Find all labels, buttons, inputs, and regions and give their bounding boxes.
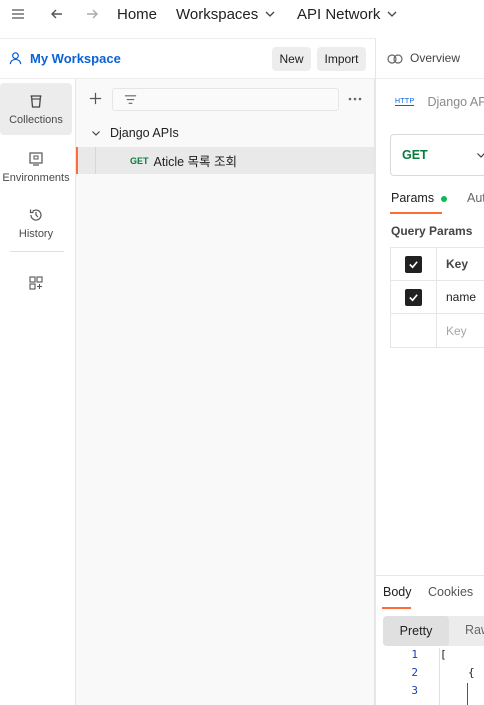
sidebar-divider [10, 251, 64, 252]
line-numbers: 1 2 3 [376, 648, 418, 702]
tab-overview[interactable]: Overview [376, 38, 484, 79]
environment-icon [29, 151, 43, 166]
workspace-switcher[interactable]: My Workspace [8, 39, 121, 78]
line-number: 3 [411, 684, 418, 697]
top-bar: Home Workspaces API Network [0, 0, 484, 30]
table-row: name [391, 280, 484, 314]
raw-button[interactable]: Raw [465, 623, 484, 637]
tab-label: Params [391, 191, 435, 205]
collection-name: Django APIs [110, 125, 179, 140]
request-title-bar: HTTP Django API [395, 95, 484, 109]
pretty-button[interactable]: Pretty [383, 616, 449, 646]
tree-guide-line [95, 147, 96, 174]
response-pane: Body Cookies Pretty Raw 1 2 3 [ { [376, 575, 484, 705]
tab-cookies[interactable]: Cookies [428, 585, 473, 599]
tab-label: Overview [410, 51, 461, 65]
code-line: { [468, 666, 475, 679]
arrow-right-icon[interactable] [84, 0, 100, 28]
method-value: GET [402, 148, 428, 162]
chevron-down-icon [387, 11, 397, 17]
status-dot [440, 195, 447, 202]
more-options-icon[interactable] [347, 91, 363, 110]
home-label: Home [117, 5, 158, 23]
arrow-left-icon[interactable] [49, 0, 65, 28]
param-key[interactable]: name [437, 290, 476, 304]
api-network-menu[interactable]: API Network [297, 0, 399, 28]
tab-body[interactable]: Body [383, 585, 412, 599]
tab-params[interactable]: Params [391, 191, 447, 205]
sidebar-item-collections[interactable]: Collections [0, 83, 72, 135]
code-line: [ [440, 648, 447, 661]
left-sidebar: Collections Environments History [0, 79, 76, 705]
format-toggle: Pretty Raw [383, 616, 484, 646]
collection-django-apis[interactable]: Django APIs [76, 119, 374, 146]
sidebar-item-environments[interactable]: Environments [0, 141, 72, 193]
chevron-down-icon [477, 153, 484, 158]
sidebar-item-label: Environments [2, 171, 70, 184]
sidebar-item-label: History [18, 227, 54, 240]
method-badge: GET [130, 155, 149, 166]
query-params-title: Query Params [391, 224, 473, 238]
sidebar-item-history[interactable]: History [0, 197, 72, 249]
import-button[interactable]: Import [317, 47, 366, 71]
apps-add-icon [29, 276, 43, 290]
workspaces-menu[interactable]: Workspaces [176, 0, 277, 28]
method-select[interactable]: GET [390, 134, 484, 176]
chevron-down-icon [92, 130, 100, 136]
chevron-down-icon [265, 11, 275, 17]
active-tab-underline [382, 607, 411, 609]
selection-indicator [76, 147, 78, 174]
row-checkbox[interactable] [405, 288, 422, 306]
new-button[interactable]: New [272, 47, 311, 71]
history-icon [29, 208, 42, 221]
line-number: 1 [411, 648, 418, 661]
configure-sidebar-button[interactable] [0, 267, 72, 299]
trash-bin-icon [30, 94, 42, 108]
select-all-checkbox[interactable] [405, 255, 422, 273]
add-icon[interactable] [88, 91, 103, 109]
indent-guide [467, 683, 468, 705]
key-column-header: Key [446, 257, 469, 271]
workspace-name: My Workspace [30, 51, 121, 66]
sidebar-item-label: Collections [9, 113, 63, 126]
tab-auth[interactable]: Auth [467, 191, 484, 205]
filter-input[interactable] [112, 88, 339, 111]
request-name: Aticle 목록 조회 [153, 155, 238, 169]
request-editor: Overview HTTP Django API GET Params Auth… [376, 38, 484, 705]
pane-divider[interactable] [375, 38, 376, 705]
workspaces-label: Workspaces [176, 5, 259, 23]
api-network-label: API Network [297, 5, 381, 23]
new-key-input[interactable]: Key [437, 324, 467, 338]
params-table: Key name Key [390, 247, 484, 348]
line-number: 2 [411, 666, 418, 679]
table-row-new: Key [391, 314, 484, 347]
collections-panel: Django APIs GET Aticle 목록 조회 [76, 79, 375, 705]
request-title[interactable]: Django API [427, 95, 484, 109]
http-icon: HTTP [395, 98, 415, 106]
workspace-header: My Workspace New Import [0, 38, 375, 79]
overview-icon [387, 54, 403, 64]
request-item[interactable]: GET Aticle 목록 조회 [76, 147, 374, 174]
hamburger-icon[interactable] [10, 0, 26, 28]
home-link[interactable]: Home [117, 0, 157, 28]
table-header-row: Key [391, 247, 484, 281]
filter-icon [124, 95, 137, 104]
active-tab-underline [390, 212, 442, 214]
user-icon [9, 52, 22, 65]
